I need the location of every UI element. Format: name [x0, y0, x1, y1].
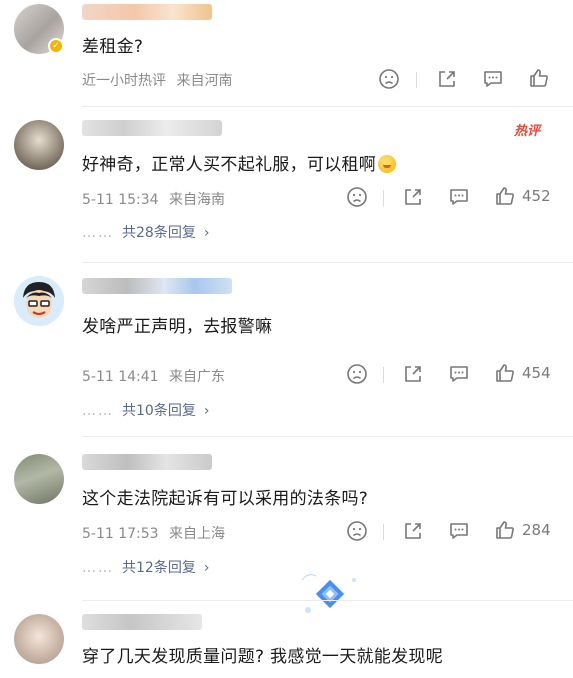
avatar[interactable] — [14, 120, 64, 170]
comment-location: 来自海南 — [169, 192, 226, 208]
action-separator — [383, 367, 384, 383]
comment-text: 这个走法院起诉有可以采用的法条吗? — [82, 489, 369, 509]
comment-item: 好神奇，正常人买不起礼服，可以租啊 5-11 15:34 来自海南 452 ……… — [0, 110, 573, 260]
comment-location: 来自河南 — [176, 73, 233, 89]
replies-count: 共28条回复 — [122, 225, 196, 241]
comment-text-content: 好神奇，正常人买不起礼服，可以租啊 — [82, 155, 377, 175]
share-icon — [439, 71, 455, 87]
chevron-right-icon: › — [203, 225, 210, 241]
thumbs-up-icon — [496, 187, 514, 205]
like-button[interactable]: 452 — [494, 185, 551, 207]
like-count: 454 — [522, 364, 551, 382]
comment-text: 穿了几天发现质量问题? 我感觉一天就能发现呢 — [82, 647, 444, 667]
comment-time: 近一小时热评 — [82, 73, 166, 89]
chevron-right-icon: › — [203, 403, 210, 419]
frown-icon — [347, 521, 367, 541]
avatar[interactable] — [14, 276, 64, 326]
comment-meta: 近一小时热评 来自河南 — [82, 70, 232, 90]
comment-icon — [484, 71, 502, 87]
comment-button[interactable] — [482, 68, 504, 90]
comment-button[interactable] — [448, 363, 470, 385]
hot-comment-badge: 热评 — [514, 124, 541, 139]
username-redacted[interactable] — [82, 120, 222, 136]
share-icon — [405, 366, 421, 382]
comment-location: 来自上海 — [169, 526, 226, 542]
share-button[interactable] — [436, 68, 458, 90]
username-redacted[interactable] — [82, 4, 212, 20]
comment-button[interactable] — [448, 186, 470, 208]
action-separator — [416, 72, 417, 88]
divider — [82, 600, 573, 601]
replies-dots: …… — [82, 560, 114, 576]
thumbs-up-icon — [496, 521, 514, 539]
avatar[interactable] — [14, 454, 64, 504]
thumbs-up-icon — [530, 69, 548, 87]
comment-icon — [450, 523, 468, 539]
thumbs-up-icon — [496, 364, 514, 382]
replies-dots: …… — [82, 403, 114, 419]
frown-icon — [347, 187, 367, 207]
view-replies-link[interactable]: …… 共10条回复 › — [82, 400, 209, 420]
comment-time: 5-11 15:34 — [82, 192, 159, 208]
replies-count: 共12条回复 — [122, 560, 196, 576]
like-count: 284 — [522, 521, 551, 539]
comment-icon — [450, 366, 468, 382]
verified-badge-icon: ✓ — [48, 38, 64, 54]
replies-dots: …… — [82, 225, 114, 241]
divider — [82, 262, 573, 263]
comment-text: 发啥严正声明，去报警嘛 — [82, 317, 273, 337]
divider — [82, 106, 573, 107]
comment-text: 差租金? — [82, 37, 144, 57]
comment-icon — [450, 189, 468, 205]
like-count: 452 — [522, 187, 551, 205]
like-button[interactable] — [528, 67, 550, 89]
comment-item: ✓ 差租金? 近一小时热评 来自河南 — [0, 0, 573, 110]
frown-icon — [379, 69, 399, 89]
share-button[interactable] — [402, 186, 424, 208]
comment-meta: 5-11 15:34 来自海南 — [82, 189, 225, 209]
action-separator — [383, 190, 384, 206]
comment-text: 好神奇，正常人买不起礼服，可以租啊 — [82, 150, 397, 175]
comment-meta: 5-11 14:41 来自广东 — [82, 366, 225, 386]
comment-location: 来自广东 — [169, 369, 226, 385]
dislike-button[interactable] — [346, 520, 368, 542]
share-button[interactable] — [402, 520, 424, 542]
dislike-button[interactable] — [346, 186, 368, 208]
comment-time: 5-11 14:41 — [82, 369, 159, 385]
share-icon — [405, 189, 421, 205]
dislike-button[interactable] — [346, 363, 368, 385]
view-replies-link[interactable]: …… 共12条回复 › — [82, 557, 209, 577]
like-button[interactable]: 454 — [494, 362, 551, 384]
share-icon — [405, 523, 421, 539]
comment-meta: 5-11 17:53 来自上海 — [82, 523, 225, 543]
username-redacted[interactable] — [82, 454, 212, 470]
username-redacted[interactable] — [82, 614, 202, 630]
view-replies-link[interactable]: …… 共28条回复 › — [82, 222, 209, 242]
frown-icon — [347, 364, 367, 384]
action-separator — [383, 524, 384, 540]
comment-item: 发啥严正声明，去报警嘛 5-11 14:41 来自广东 454 …… 共10条回复… — [0, 264, 573, 613]
avatar[interactable] — [14, 614, 64, 664]
like-button[interactable]: 284 — [494, 519, 551, 541]
chevron-right-icon: › — [203, 560, 210, 576]
username-redacted[interactable] — [82, 278, 232, 294]
comment-button[interactable] — [448, 520, 470, 542]
smile-emoji-icon — [378, 155, 397, 173]
dislike-button[interactable] — [378, 68, 400, 90]
cartoon-avatar — [14, 276, 64, 326]
share-button[interactable] — [402, 363, 424, 385]
replies-count: 共10条回复 — [122, 403, 196, 419]
comment-item: 这个走法院起诉有可以采用的法条吗? 5-11 17:53 来自上海 284 ……… — [0, 440, 573, 598]
comment-time: 5-11 17:53 — [82, 526, 159, 542]
comment-item: 穿了几天发现质量问题? 我感觉一天就能发现呢 — [0, 602, 573, 678]
divider — [82, 436, 573, 437]
